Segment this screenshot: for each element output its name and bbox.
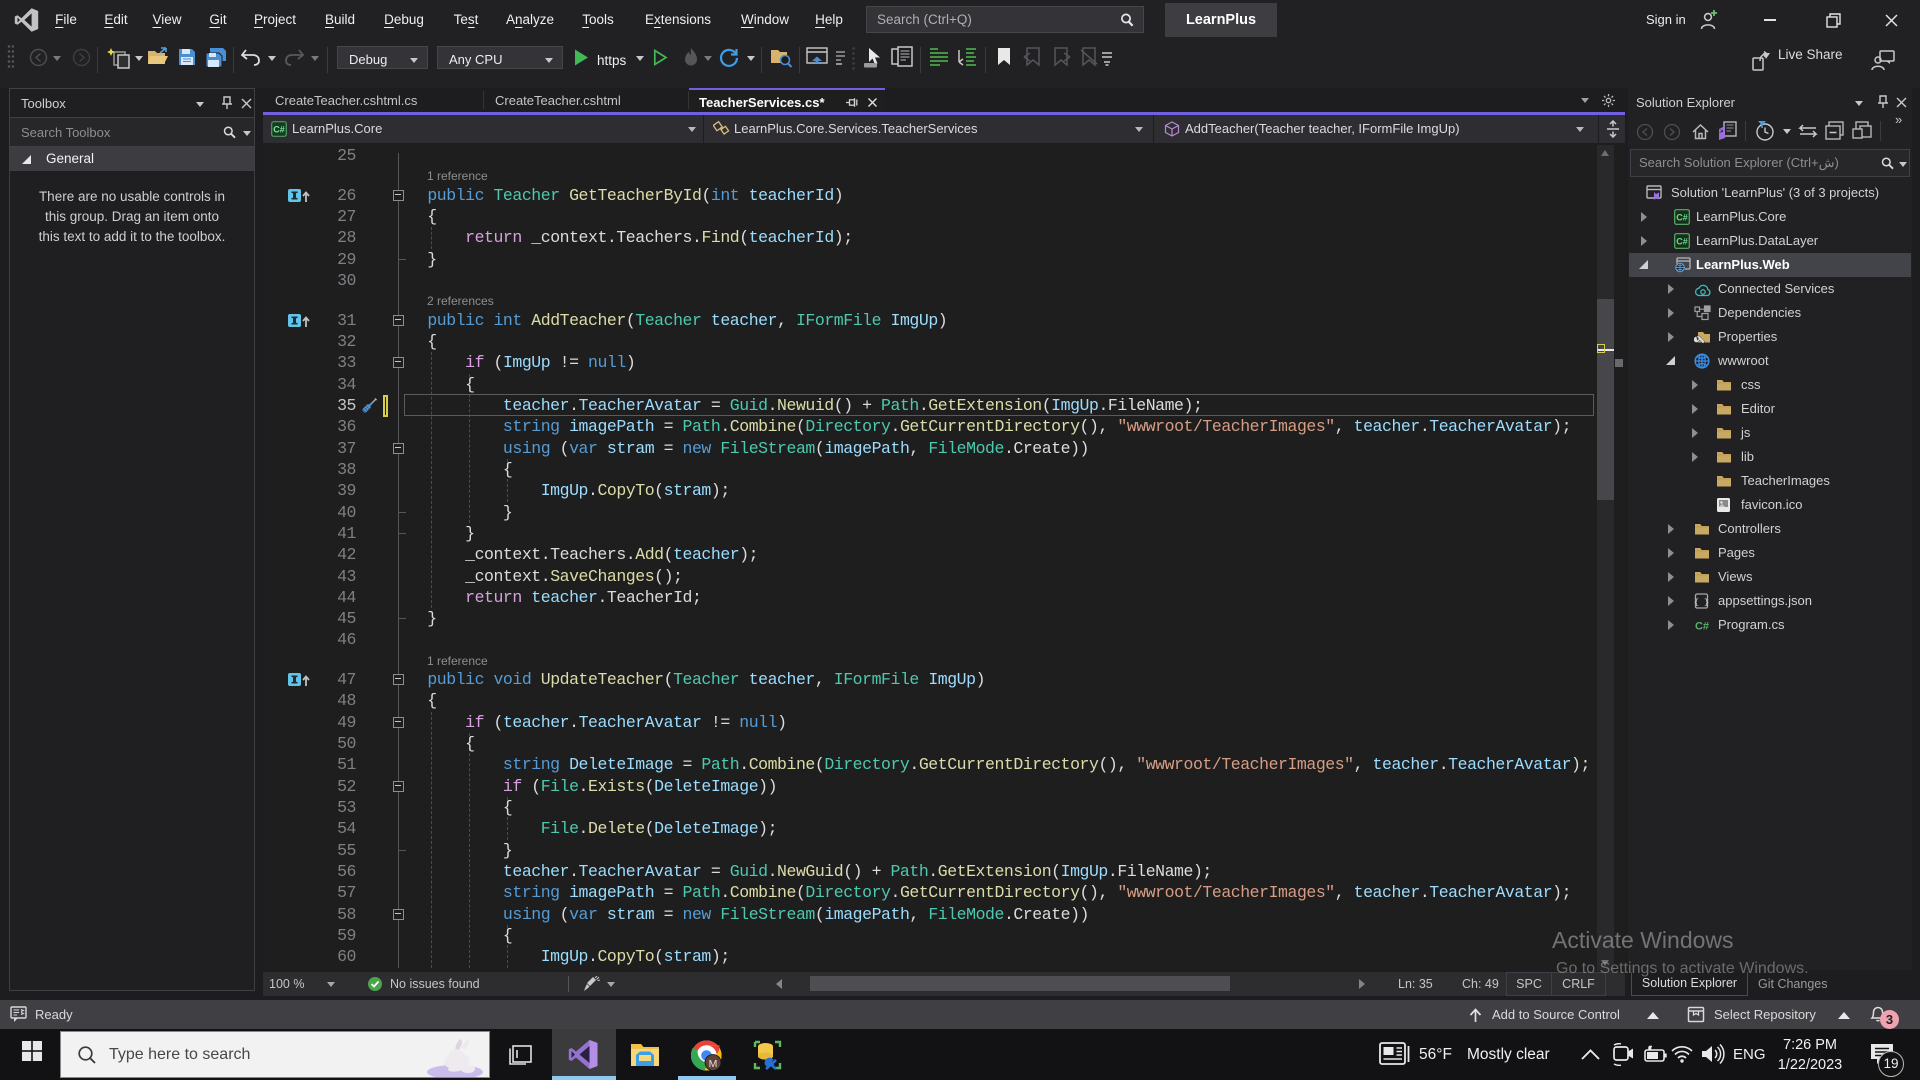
svg-text:M: M <box>709 1058 718 1070</box>
svg-text:C#: C# <box>1676 213 1688 223</box>
svg-text:C#: C# <box>273 125 285 135</box>
svg-text:{ }: { } <box>1694 598 1709 608</box>
svg-text:C#: C# <box>1695 621 1709 633</box>
svg-text:C#: C# <box>1676 237 1688 247</box>
